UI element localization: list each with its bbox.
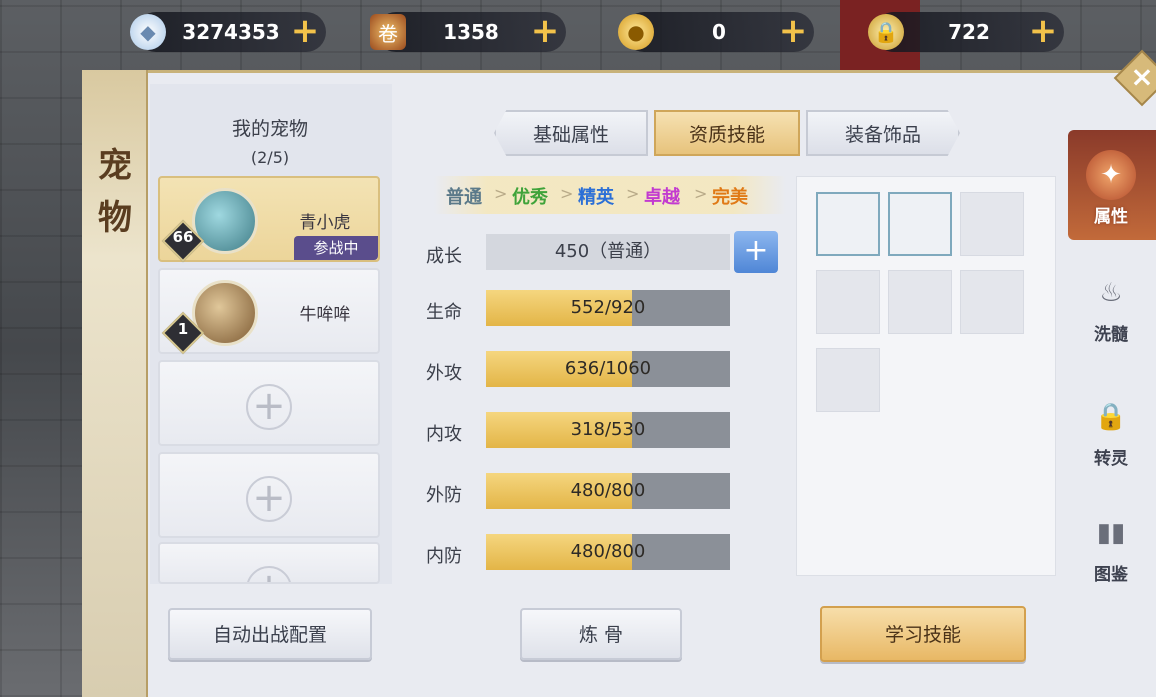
stat-bar: 480/800: [486, 473, 730, 509]
side-nav-label: 转灵: [1094, 449, 1128, 469]
currency-diamond: ◆ 3274353 +: [130, 12, 326, 52]
quality-tier: 卓越: [644, 187, 680, 208]
add-currency-button[interactable]: +: [530, 14, 560, 48]
pet-card[interactable]: 1 牛哞哞: [158, 268, 380, 355]
quality-separator: >: [560, 184, 574, 203]
stat-bar: 480/800: [486, 534, 730, 570]
side-nav-label: 属性: [1094, 207, 1128, 227]
fox-mask-icon: ✦: [1086, 150, 1136, 200]
add-currency-button[interactable]: +: [778, 14, 808, 48]
side-nav-label: 图鉴: [1094, 565, 1128, 585]
stat-value: 318/530: [570, 419, 646, 440]
add-pet-icon: +: [246, 566, 292, 582]
side-nav-codex[interactable]: ▮▮ 图鉴: [1076, 508, 1146, 585]
learn-skill-button[interactable]: 学习技能: [820, 606, 1026, 662]
skill-slot-locked: [960, 270, 1024, 334]
stat-value: 480/800: [570, 480, 646, 501]
stat-value: 480/800: [570, 541, 646, 562]
tab-equipment[interactable]: 装备饰品: [806, 110, 960, 156]
empty-pet-slot[interactable]: +: [158, 360, 380, 446]
side-nav-transform[interactable]: 🔒 转灵: [1076, 392, 1146, 469]
quality-tier: 优秀: [512, 187, 548, 208]
tab-aptitude-skills[interactable]: 资质技能: [654, 110, 800, 156]
currency-scroll-token: 卷 1358 +: [370, 12, 566, 52]
title-char: 宠: [98, 146, 132, 186]
pet-list-count: (2/5): [250, 148, 290, 167]
quality-separator: >: [694, 184, 708, 203]
side-nav-attributes[interactable]: ✦ 属性: [1076, 150, 1146, 227]
auto-battle-config-button[interactable]: 自动出战配置: [168, 608, 372, 660]
locked-ingot-icon: 🔒: [868, 14, 904, 50]
book-icon: ▮▮: [1096, 518, 1126, 548]
stat-label: 内防: [426, 546, 462, 567]
empty-pet-slot[interactable]: +: [158, 452, 380, 538]
growth-upgrade-button[interactable]: +: [734, 231, 778, 273]
cauldron-icon: ♨: [1099, 278, 1123, 308]
pet-level: 66: [172, 228, 194, 246]
add-pet-icon: +: [246, 476, 292, 522]
growth-value: 450（普通）: [486, 234, 730, 270]
pet-avatar: [192, 188, 258, 254]
add-currency-button[interactable]: +: [1028, 14, 1058, 48]
stat-value: 636/1060: [564, 358, 652, 379]
skill-slot-open[interactable]: [816, 192, 880, 256]
currency-locked-ingot: 🔒 722 +: [868, 12, 1064, 52]
window-title: 宠 物: [90, 140, 140, 244]
empty-pet-slot[interactable]: +: [158, 542, 380, 584]
skill-slot-locked: [888, 270, 952, 334]
growth-label: 成长: [426, 246, 462, 267]
quality-tier: 完美: [712, 187, 748, 208]
stat-bar: 552/920: [486, 290, 730, 326]
quality-tier: 精英: [578, 187, 614, 208]
quality-separator: >: [494, 184, 508, 203]
pet-list-title: 我的宠物: [231, 118, 308, 140]
skill-slot-locked: [960, 192, 1024, 256]
stat-bar: 636/1060: [486, 351, 730, 387]
title-char: 物: [98, 198, 132, 238]
skill-slot-open[interactable]: [888, 192, 952, 256]
close-icon[interactable]: ×: [1127, 60, 1156, 96]
stat-value: 552/920: [570, 297, 646, 318]
side-nav-label: 洗髓: [1094, 325, 1128, 345]
add-pet-icon: +: [246, 384, 292, 430]
tab-basic-attributes[interactable]: 基础属性: [494, 110, 648, 156]
stat-label: 内攻: [426, 424, 462, 445]
stat-label: 外攻: [426, 363, 462, 384]
side-nav-cleanse[interactable]: ♨ 洗髓: [1076, 268, 1146, 345]
currency-gold-ingot: ● 0 +: [618, 12, 814, 52]
diamond-icon: ◆: [130, 14, 166, 50]
pet-level: 1: [177, 320, 189, 338]
pet-name: 青小虎: [299, 213, 351, 233]
pet-card[interactable]: 66 青小虎 参战中: [158, 176, 380, 263]
scroll-token-icon: 卷: [370, 14, 406, 50]
gold-ingot-icon: ●: [618, 14, 654, 50]
quality-tier: 普通: [446, 187, 482, 208]
pet-name: 牛哞哞: [299, 305, 351, 325]
quality-separator: >: [626, 184, 640, 203]
pet-status-badge: 参战中: [294, 236, 378, 260]
add-currency-button[interactable]: +: [290, 14, 320, 48]
skill-slot-locked: [816, 270, 880, 334]
stat-label: 生命: [426, 302, 462, 323]
refine-bone-button[interactable]: 炼 骨: [520, 608, 682, 660]
pet-avatar: [192, 280, 258, 346]
stat-bar: 318/530: [486, 412, 730, 448]
skill-slot-locked: [816, 348, 880, 412]
lock-icon: 🔒: [1094, 402, 1128, 432]
stat-label: 外防: [426, 485, 462, 506]
